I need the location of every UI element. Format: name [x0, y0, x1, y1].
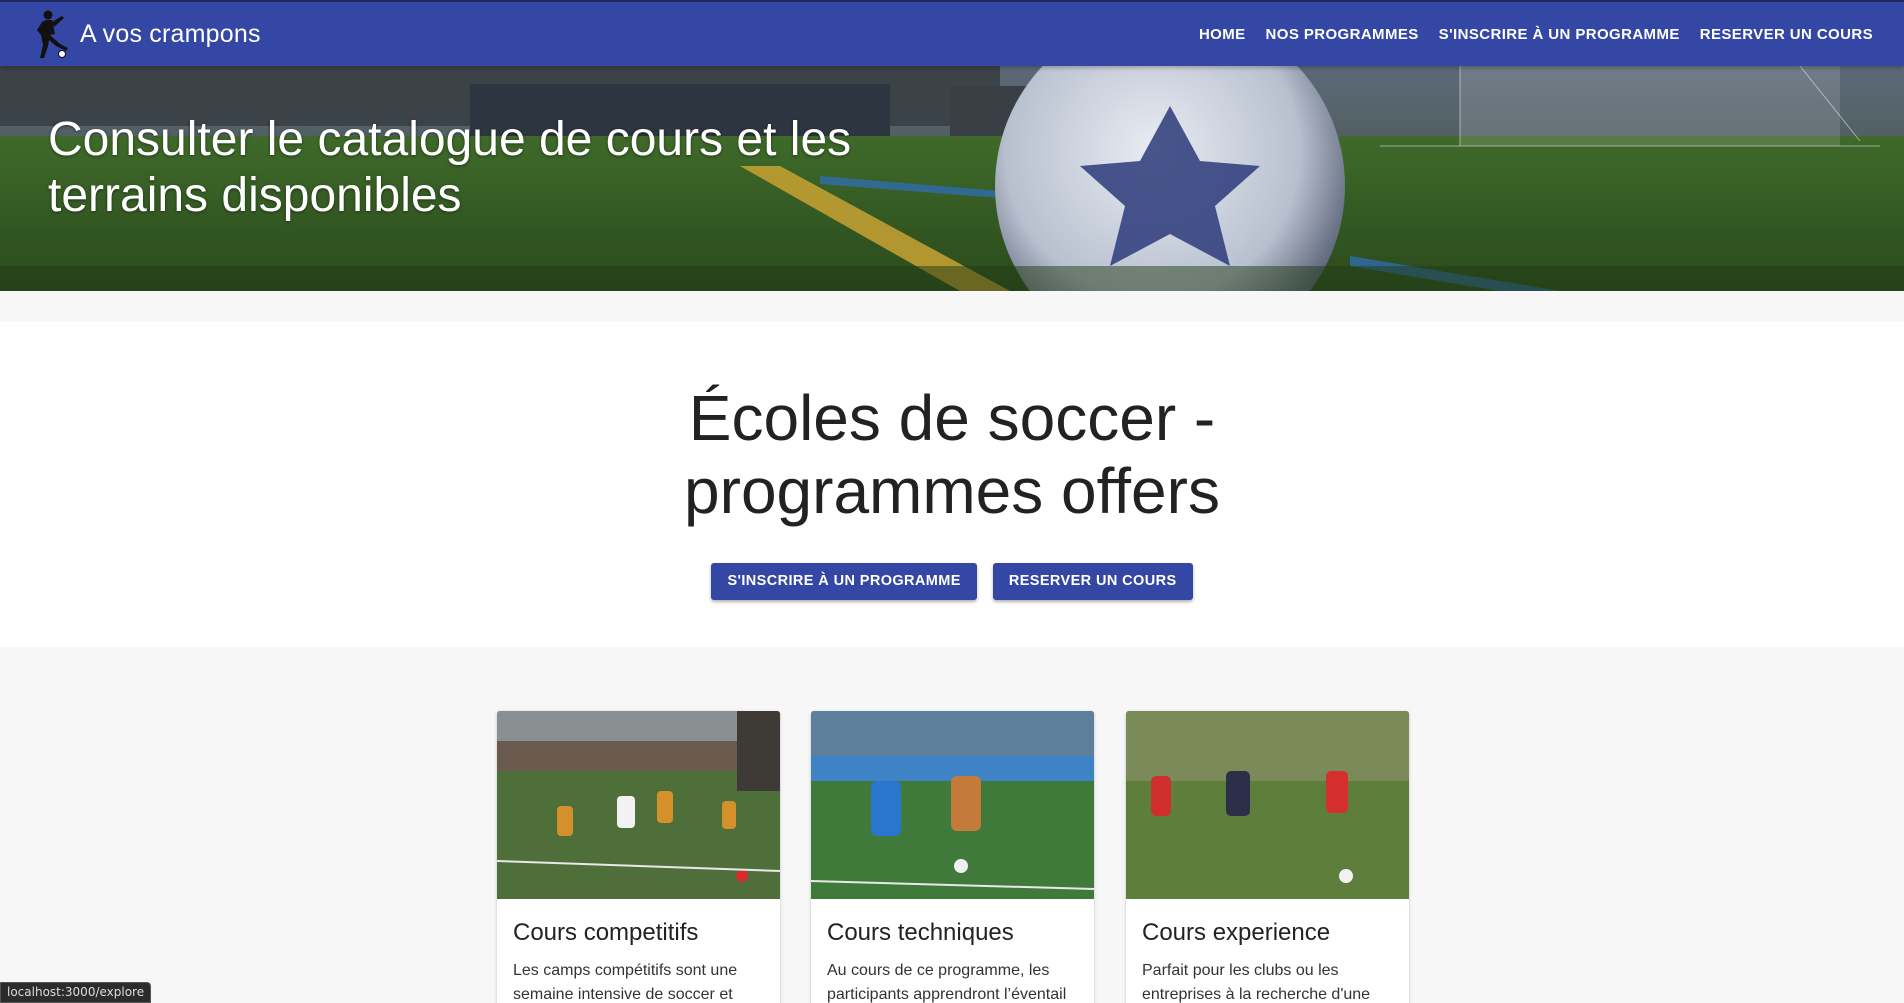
card-title: Cours competitifs	[513, 919, 699, 946]
hero-banner: Consulter le catalogue de cours et les t…	[0, 66, 1904, 291]
card-image-competitifs	[497, 711, 780, 899]
nav-home[interactable]: HOME	[1189, 26, 1256, 43]
reserver-button[interactable]: RESERVER UN COURS	[992, 563, 1193, 600]
intro-actions: S'INSCRIRE À UN PROGRAMME RESERVER UN CO…	[0, 563, 1904, 600]
intro-section: Écoles de soccer - programmes offers S'I…	[0, 322, 1904, 647]
card-description: Au cours de ce programme, les participan…	[827, 962, 1067, 1003]
card-title: Cours experience	[1142, 919, 1331, 946]
inscrire-button[interactable]: S'INSCRIRE À UN PROGRAMME	[711, 563, 977, 600]
card-techniques[interactable]: Cours techniques Au cours de ce programm…	[811, 711, 1094, 1003]
nav-inscrire[interactable]: S'INSCRIRE À UN PROGRAMME	[1429, 26, 1690, 43]
card-experience[interactable]: Cours experience Parfait pour les clubs …	[1126, 711, 1409, 1003]
page-heading: Écoles de soccer - programmes offers	[0, 382, 1904, 528]
page-heading-line-1: Écoles de soccer -	[688, 382, 1216, 454]
nav-reserver[interactable]: RESERVER UN COURS	[1690, 26, 1883, 43]
main-nav: HOME NOS PROGRAMMES S'INSCRIRE À UN PROG…	[1189, 2, 1904, 66]
nav-programmes[interactable]: NOS PROGRAMMES	[1256, 26, 1429, 43]
app-title: A vos crampons	[80, 19, 261, 48]
top-app-bar: A vos crampons HOME NOS PROGRAMMES S'INS…	[0, 0, 1904, 66]
card-image-techniques	[811, 711, 1094, 899]
card-competitifs[interactable]: Cours competitifs Les camps compétitifs …	[497, 711, 780, 1003]
card-description: Les camps compétitifs sont une semaine i…	[513, 962, 738, 1003]
brand[interactable]: A vos crampons	[28, 8, 261, 60]
soccer-player-icon	[37, 10, 68, 58]
card-image-experience	[1126, 711, 1409, 899]
card-title: Cours techniques	[827, 919, 1014, 946]
hero-title: Consulter le catalogue de cours et les t…	[48, 113, 852, 222]
card-description: Parfait pour les clubs ou les entreprise…	[1142, 962, 1371, 1003]
link-status-bar: localhost:3000/explore	[0, 982, 152, 1003]
page-heading-line-2: programmes offers	[684, 455, 1220, 527]
